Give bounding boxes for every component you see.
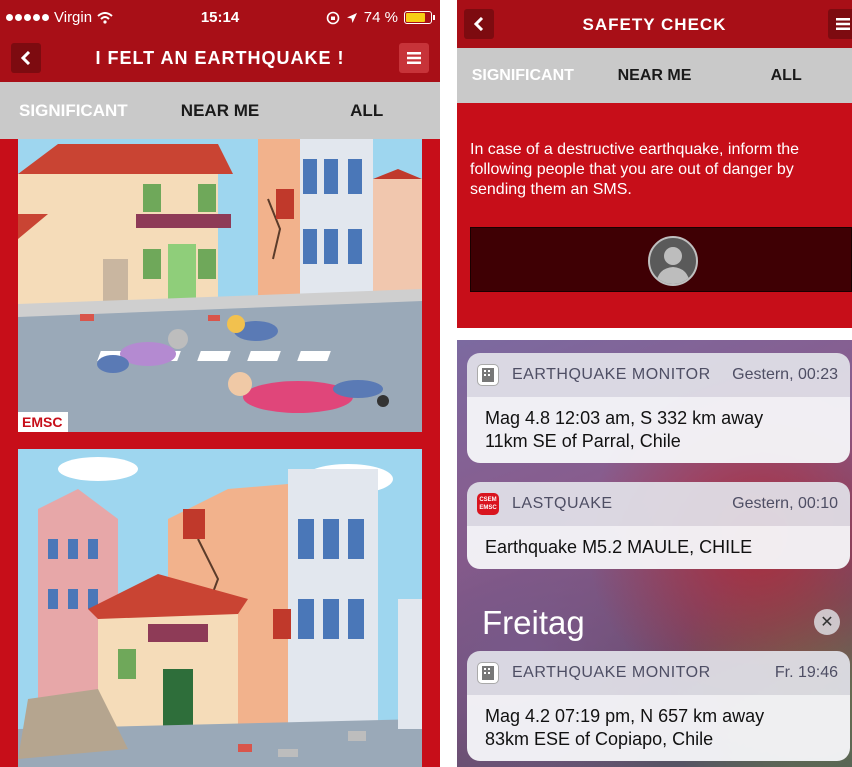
emsc-logo: EMSC (18, 412, 69, 432)
notification-time: Gestern, 00:23 (732, 366, 838, 383)
tab-all[interactable]: ALL (720, 67, 852, 85)
notification-card[interactable]: EARTHQUAKE MONITOR Fr. 19:46 Mag 4.2 07:… (467, 651, 850, 761)
notification-header: EARTHQUAKE MONITOR Gestern, 00:23 (467, 353, 850, 397)
earthquake-monitor-app-icon (477, 662, 499, 684)
notification-line-1: Earthquake M5.2 MAULE, CHILE (485, 537, 753, 557)
rotation-lock-icon (326, 11, 340, 24)
notification-body: Mag 4.2 07:19 pm, N 657 km away 83km ESE… (467, 695, 850, 761)
notification-time: Gestern, 00:10 (732, 495, 838, 512)
day-section-label: Freitag (482, 604, 585, 641)
tab-near-me[interactable]: NEAR ME (589, 67, 721, 85)
safety-filter-tabs: SIGNIFICANT NEAR ME ALL (457, 48, 852, 103)
battery-percent: 74 % (363, 9, 398, 26)
notification-line-2: 83km ESE of Copiapo, Chile (485, 729, 714, 749)
safety-message: In case of a destructive earthquake, inf… (470, 141, 800, 198)
lock-screen-notifications: EARTHQUAKE MONITOR Gestern, 00:23 Mag 4.… (457, 340, 852, 767)
tab-significant[interactable]: SIGNIFICANT (457, 67, 589, 85)
menu-icon (407, 52, 421, 64)
add-contact-box[interactable] (470, 227, 852, 292)
lastquake-icon-text-1: CSEM (479, 497, 497, 503)
drop-cover-drawing (18, 139, 422, 432)
app-header: I FELT AN EARTHQUAKE ! (0, 36, 440, 82)
menu-button[interactable] (399, 43, 429, 73)
damaged-buildings-drawing (18, 449, 422, 767)
building-icon (482, 368, 494, 382)
battery-icon (404, 11, 435, 24)
notification-body: Earthquake M5.2 MAULE, CHILE (467, 526, 850, 569)
illustration-list[interactable]: EMSC (0, 139, 440, 767)
left-phone-screen: Virgin 15:14 74 % I FELT AN EARTHQUAKE !… (0, 0, 440, 767)
contact-avatar-icon[interactable] (648, 236, 698, 286)
notification-header: EARTHQUAKE MONITOR Fr. 19:46 (467, 651, 850, 695)
tab-near-me[interactable]: NEAR ME (147, 101, 294, 121)
page-title: I FELT AN EARTHQUAKE ! (95, 48, 345, 68)
location-arrow-icon (346, 12, 357, 23)
status-right-group: 74 % (326, 9, 435, 26)
safety-check-screen: SAFETY CHECK SIGNIFICANT NEAR ME ALL In … (457, 0, 852, 328)
notification-line-1: Mag 4.8 12:03 am, S 332 km away (485, 408, 764, 428)
notification-line-1: Mag 4.2 07:19 pm, N 657 km away (485, 706, 765, 726)
tab-all[interactable]: ALL (293, 101, 440, 121)
notification-card[interactable]: CSEM EMSC LASTQUAKE Gestern, 00:10 Earth… (467, 482, 850, 569)
back-button[interactable] (11, 43, 41, 73)
safety-title: SAFETY CHECK (582, 15, 727, 34)
damaged-buildings-illustration (18, 449, 422, 767)
notification-header: CSEM EMSC LASTQUAKE Gestern, 00:10 (467, 482, 850, 526)
notification-time: Fr. 19:46 (774, 664, 838, 681)
lastquake-icon-text-2: EMSC (479, 505, 497, 511)
status-bar: Virgin 15:14 74 % (0, 0, 440, 36)
building-icon (482, 666, 494, 680)
clear-notifications-button[interactable]: ✕ (814, 609, 840, 635)
notification-body: Mag 4.8 12:03 am, S 332 km away 11km SE … (467, 397, 850, 463)
drop-cover-illustration: EMSC (18, 139, 422, 432)
safety-header: SAFETY CHECK (457, 0, 852, 48)
close-icon: ✕ (820, 614, 834, 631)
earthquake-monitor-app-icon (477, 364, 499, 386)
notification-card[interactable]: EARTHQUAKE MONITOR Gestern, 00:23 Mag 4.… (467, 353, 850, 463)
notification-app-name: LASTQUAKE (512, 495, 613, 512)
notification-app-name: EARTHQUAKE MONITOR (512, 366, 711, 383)
battery-level-fill (406, 13, 426, 22)
notification-app-name: EARTHQUAKE MONITOR (512, 664, 711, 681)
safety-menu-button[interactable] (828, 9, 852, 39)
filter-tabs: SIGNIFICANT NEAR ME ALL (0, 82, 440, 139)
person-silhouette-icon (656, 247, 690, 284)
menu-icon (836, 18, 850, 30)
emsc-badge-text: EMSC (22, 414, 63, 430)
tab-significant[interactable]: SIGNIFICANT (0, 101, 147, 121)
chevron-left-icon (21, 51, 31, 65)
lastquake-app-icon: CSEM EMSC (477, 493, 499, 515)
notification-line-2: 11km SE of Parral, Chile (485, 431, 681, 451)
